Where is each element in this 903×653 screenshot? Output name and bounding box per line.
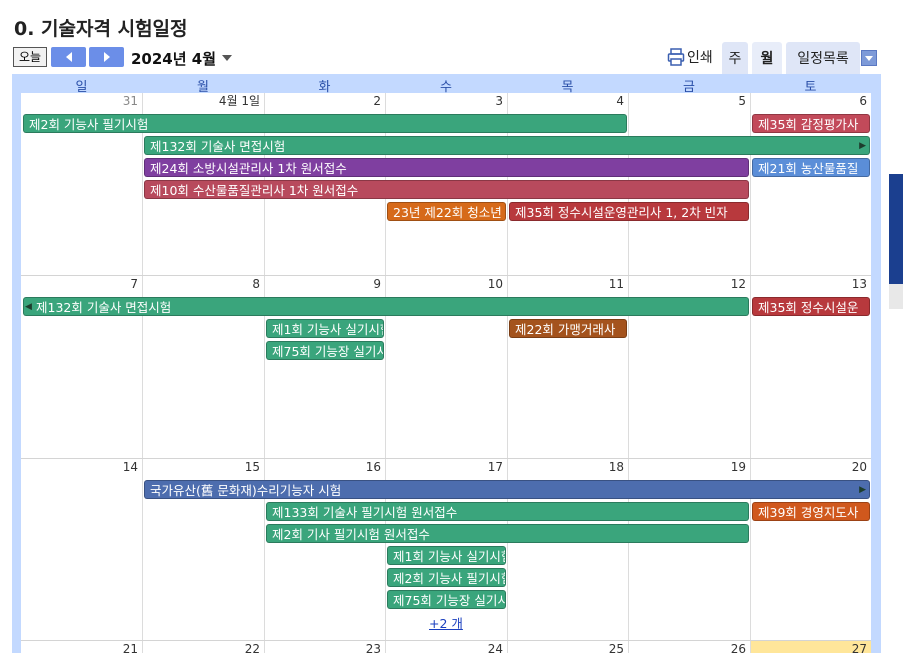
continues-right-icon: ▶ (859, 485, 866, 495)
calendar-event[interactable]: 제1회 기능사 실기시험 (387, 546, 506, 565)
event-title: 제2회 기능사 필기시험 (393, 571, 506, 586)
day-number[interactable]: 13 (750, 276, 867, 292)
day-number[interactable]: 15 (142, 459, 260, 475)
next-month-button[interactable] (89, 47, 124, 67)
event-title: 제22회 가맹거래사 (515, 322, 616, 337)
day-number[interactable]: 23 (264, 641, 381, 653)
chevron-right-icon (103, 52, 110, 62)
day-number[interactable]: 25 (507, 641, 624, 653)
print-label: 인쇄 (687, 50, 713, 66)
day-number[interactable]: 2 (264, 93, 381, 109)
event-title: 제2회 기사 필기시험 원서접수 (272, 527, 430, 542)
event-title: 제35회 정수시설운 (758, 300, 859, 315)
day-number[interactable]: 27 (750, 641, 867, 653)
more-events-link[interactable]: +2 개 (429, 613, 463, 632)
calendar-event[interactable]: 제132회 기술사 면접시험 ◀ (23, 297, 749, 316)
tab-week[interactable]: 주 (722, 42, 748, 74)
day-number[interactable]: 4월 1일 (142, 93, 260, 109)
continues-left-icon: ◀ (25, 302, 32, 312)
day-number[interactable]: 14 (21, 459, 138, 475)
day-number[interactable]: 8 (142, 276, 260, 292)
day-number[interactable]: 24 (385, 641, 503, 653)
calendar-event[interactable]: 제22회 가맹거래사 (509, 319, 627, 338)
column-divider (142, 93, 143, 653)
calendar-event[interactable]: 제132회 기술사 면접시험 ▶ (144, 136, 870, 155)
event-title: 제21회 농산물품질 (758, 161, 859, 176)
calendar-event[interactable]: 23년 제22회 청소년 (387, 202, 506, 221)
day-number[interactable]: 7 (21, 276, 138, 292)
side-banner-footer[interactable] (889, 284, 903, 309)
caret-down-icon (865, 56, 873, 61)
calendar-event[interactable]: 제24회 소방시설관리사 1차 원서접수 (144, 158, 749, 177)
calendar-event[interactable]: 제2회 기능사 필기시험 (23, 114, 627, 133)
calendar-event[interactable]: 제35회 정수시설운 (752, 297, 870, 316)
event-title: 국가유산(舊 문화재)수리기능자 시험 (150, 483, 342, 498)
calendar-event[interactable]: 제2회 기능사 필기시험 (387, 568, 506, 587)
event-title: 제132회 기술사 면접시험 (150, 139, 286, 154)
day-number[interactable]: 6 (750, 93, 867, 109)
event-title: 제10회 수산물품질관리사 1차 원서접수 (150, 183, 359, 198)
event-title: 제24회 소방시설관리사 1차 원서접수 (150, 161, 347, 176)
side-banner[interactable] (889, 174, 903, 284)
calendar-event[interactable]: 제2회 기사 필기시험 원서접수 (266, 524, 749, 543)
day-number[interactable]: 12 (628, 276, 746, 292)
day-number[interactable]: 31 (21, 93, 138, 109)
day-number[interactable]: 16 (264, 459, 381, 475)
day-header-row: 일월화수목금토 (21, 76, 871, 95)
column-divider (264, 93, 265, 653)
month-dropdown-caret-icon[interactable] (221, 54, 233, 62)
calendar-event[interactable]: 제39회 경영지도사 (752, 502, 870, 521)
calendar-event[interactable]: 제1회 기능사 실기시험 (266, 319, 384, 338)
day-number[interactable]: 5 (628, 93, 746, 109)
day-number[interactable]: 10 (385, 276, 503, 292)
event-title: 제2회 기능사 필기시험 (29, 117, 149, 132)
event-title: 23년 제22회 청소년 (393, 205, 502, 220)
tab-agenda[interactable]: 일정목록 (786, 42, 860, 74)
printer-icon (667, 48, 685, 66)
day-number[interactable]: 17 (385, 459, 503, 475)
event-title: 제39회 경영지도사 (758, 505, 859, 520)
event-title: 제1회 기능사 실기시험 (272, 322, 384, 337)
chevron-left-icon (65, 52, 72, 62)
event-title: 제1회 기능사 실기시험 (393, 549, 506, 564)
event-title: 제75회 기능장 실기시험 (393, 593, 505, 608)
calendar-event[interactable]: 제10회 수산물품질관리사 1차 원서접수 (144, 180, 749, 199)
column-divider (507, 93, 508, 653)
calendar-event[interactable]: 제133회 기술사 필기시험 원서접수 (266, 502, 749, 521)
event-title: 제75회 기능장 실기시험 (272, 344, 383, 359)
column-divider (628, 93, 629, 653)
event-title: 제35회 감정평가사 (758, 117, 859, 132)
day-number[interactable]: 19 (628, 459, 746, 475)
day-number[interactable]: 4 (507, 93, 624, 109)
column-divider (385, 93, 386, 653)
calendar-event[interactable]: 제35회 감정평가사 (752, 114, 870, 133)
print-button[interactable]: 인쇄 (667, 47, 713, 67)
month-grid: 31 4월 1일 2 3 4 5 6 7 8 9 10 11 12 13 14 15 16 17 18 19 20 21 2… (21, 93, 871, 653)
event-title: 제132회 기술사 면접시험 (36, 300, 172, 315)
event-title: 제133회 기술사 필기시험 원서접수 (272, 505, 458, 520)
column-divider (750, 93, 751, 653)
tab-month[interactable]: 월 (752, 42, 782, 74)
calendar-event[interactable]: 제75회 기능장 실기시험 (387, 590, 506, 609)
current-month-label: 2024년 4월 (131, 50, 217, 68)
view-dropdown-button[interactable] (861, 50, 877, 66)
day-number[interactable]: 9 (264, 276, 381, 292)
page-title: 0. 기술자격 시험일정 (14, 18, 188, 40)
day-number[interactable]: 3 (385, 93, 503, 109)
prev-month-button[interactable] (51, 47, 86, 67)
today-button[interactable]: 오늘 (13, 47, 47, 67)
day-number[interactable]: 18 (507, 459, 624, 475)
calendar-event[interactable]: 제35회 정수시설운영관리사 1, 2차 빈자 (509, 202, 749, 221)
day-number[interactable]: 22 (142, 641, 260, 653)
calendar-event[interactable]: 제75회 기능장 실기시험 (266, 341, 384, 360)
event-title: 제35회 정수시설운영관리사 1, 2차 빈자 (515, 205, 728, 220)
day-number[interactable]: 26 (628, 641, 746, 653)
calendar-event[interactable]: 국가유산(舊 문화재)수리기능자 시험 ▶ (144, 480, 870, 499)
day-number[interactable]: 20 (750, 459, 867, 475)
day-number[interactable]: 21 (21, 641, 138, 653)
calendar-event[interactable]: 제21회 농산물품질 (752, 158, 870, 177)
day-number[interactable]: 11 (507, 276, 624, 292)
continues-right-icon: ▶ (859, 141, 866, 151)
